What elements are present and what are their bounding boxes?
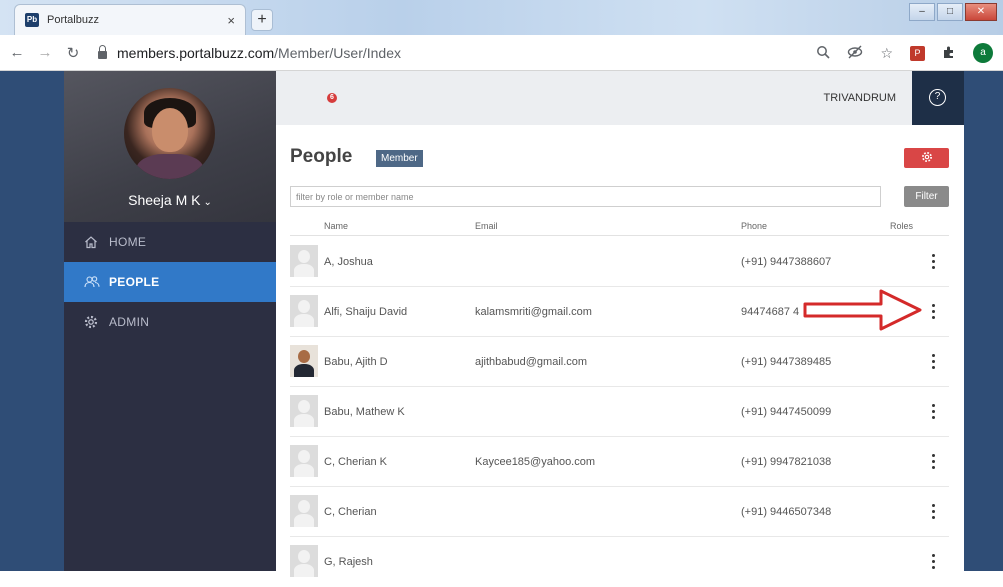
- member-name[interactable]: C, Cherian K: [324, 456, 387, 468]
- sidebar-item-people[interactable]: PEOPLE: [64, 262, 276, 302]
- column-header-name[interactable]: Name: [324, 221, 348, 231]
- filter-button[interactable]: Filter: [904, 186, 949, 207]
- user-menu[interactable]: Sheeja M K ⌄: [64, 192, 276, 208]
- profile-avatar[interactable]: a: [973, 43, 993, 63]
- more-options-icon[interactable]: [927, 552, 939, 572]
- more-options-icon[interactable]: [927, 352, 939, 372]
- user-name: Sheeja M K: [128, 192, 201, 208]
- chevron-down-icon: ⌄: [203, 197, 212, 208]
- portalbuzz-favicon-icon: Pb: [25, 13, 39, 27]
- top-bar: 6 TRIVANDRUM ?: [276, 71, 964, 125]
- member-badge[interactable]: Member: [376, 150, 423, 167]
- more-options-icon[interactable]: [927, 452, 939, 472]
- forward-arrow-icon[interactable]: →: [34, 44, 56, 61]
- minimize-button[interactable]: –: [909, 3, 935, 21]
- avatar: [290, 395, 318, 427]
- member-phone: (+91) 9447389485: [741, 356, 832, 368]
- maximize-button[interactable]: □: [937, 3, 963, 21]
- member-name[interactable]: Alfi, Shaiju David: [324, 306, 407, 318]
- lock-icon: [98, 44, 107, 59]
- member-phone: (+91) 9447388607: [741, 256, 832, 268]
- sidebar: Sheeja M K ⌄ HOME PEOPLE ADMIN: [64, 71, 276, 571]
- avatar: [290, 245, 318, 277]
- more-options-icon[interactable]: [927, 402, 939, 422]
- help-button[interactable]: ?: [912, 71, 964, 125]
- browser-tab[interactable]: Pb Portalbuzz ×: [14, 4, 246, 35]
- member-name[interactable]: C, Cherian: [324, 506, 377, 518]
- member-phone: 94474687 4: [741, 306, 800, 318]
- member-phone: (+91) 9446507348: [741, 506, 832, 518]
- pdf-extension-icon[interactable]: P: [910, 45, 925, 61]
- settings-button[interactable]: [904, 148, 949, 168]
- sidebar-item-label: HOME: [109, 235, 147, 249]
- close-window-button[interactable]: ✕: [965, 3, 997, 21]
- avatar: [290, 445, 318, 477]
- bookmark-star-icon[interactable]: ☆: [880, 45, 893, 62]
- notification-badge[interactable]: 6: [327, 93, 337, 103]
- avatar: [290, 545, 318, 577]
- location-label[interactable]: TRIVANDRUM: [823, 92, 896, 104]
- column-header-email[interactable]: Email: [475, 221, 498, 231]
- table-row[interactable]: A, Joshua (+91) 9447388607: [290, 237, 949, 287]
- people-icon: [84, 275, 100, 289]
- browser-tab-bar: Pb Portalbuzz × + – □ ✕: [0, 0, 1003, 35]
- member-name[interactable]: Babu, Ajith D: [324, 356, 388, 368]
- home-icon: [84, 235, 98, 249]
- new-tab-button[interactable]: +: [251, 9, 273, 31]
- table-row[interactable]: Babu, Mathew K (+91) 9447450099: [290, 387, 949, 437]
- member-email: kalamsmriti@gmail.com: [475, 306, 592, 318]
- sidebar-item-label: PEOPLE: [109, 275, 160, 289]
- more-options-icon[interactable]: [927, 302, 939, 322]
- member-name[interactable]: G, Rajesh: [324, 556, 373, 568]
- close-tab-icon[interactable]: ×: [227, 13, 235, 28]
- avatar: [290, 295, 318, 327]
- more-options-icon[interactable]: [927, 252, 939, 272]
- column-header-phone[interactable]: Phone: [741, 221, 767, 231]
- gear-icon: [921, 151, 933, 165]
- sidebar-item-home[interactable]: HOME: [64, 222, 276, 262]
- member-name[interactable]: Babu, Mathew K: [324, 406, 405, 418]
- table-header: Name Email Phone Roles: [290, 219, 949, 236]
- extensions-puzzle-icon[interactable]: [942, 45, 956, 62]
- tab-title: Portalbuzz: [47, 14, 99, 26]
- gear-icon: [84, 315, 98, 329]
- address-bar: ← → ↻ members.portalbuzz.com/Member/User…: [0, 35, 1003, 71]
- member-name[interactable]: A, Joshua: [324, 256, 373, 268]
- column-header-roles[interactable]: Roles: [890, 221, 913, 231]
- table-row[interactable]: Babu, Ajith D ajithbabud@gmail.com (+91)…: [290, 337, 949, 387]
- url-field[interactable]: members.portalbuzz.com/Member/User/Index: [98, 44, 401, 61]
- window-controls: – □ ✕: [909, 3, 997, 21]
- more-options-icon[interactable]: [927, 502, 939, 522]
- url-host: members.portalbuzz.com: [117, 44, 275, 61]
- table-row[interactable]: G, Rajesh: [290, 537, 949, 587]
- user-avatar[interactable]: [124, 88, 215, 179]
- table-row[interactable]: C, Cherian K Kaycee185@yahoo.com (+91) 9…: [290, 437, 949, 487]
- filter-input[interactable]: [290, 186, 881, 207]
- tracking-blocked-icon[interactable]: [847, 45, 863, 62]
- table-row[interactable]: C, Cherian (+91) 9446507348: [290, 487, 949, 537]
- zoom-icon[interactable]: [816, 45, 831, 62]
- sidebar-item-label: ADMIN: [109, 315, 150, 329]
- back-arrow-icon[interactable]: ←: [6, 44, 28, 61]
- page-title: People: [290, 146, 353, 167]
- reload-icon[interactable]: ↻: [62, 44, 84, 62]
- sidebar-item-admin[interactable]: ADMIN: [64, 302, 276, 342]
- member-phone: (+91) 9947821038: [741, 456, 832, 468]
- help-icon: ?: [929, 89, 946, 106]
- member-email: ajithbabud@gmail.com: [475, 356, 588, 368]
- annotation-arrow-icon: [803, 289, 922, 331]
- avatar: [290, 495, 318, 527]
- profile-box: Sheeja M K ⌄: [64, 71, 276, 222]
- url-path: /Member/User/Index: [274, 44, 401, 61]
- member-email: Kaycee185@yahoo.com: [475, 456, 596, 468]
- avatar: [290, 345, 318, 377]
- omnibox-icons: ☆ P a: [816, 35, 993, 71]
- member-phone: (+91) 9447450099: [741, 406, 832, 418]
- app-area: Sheeja M K ⌄ HOME PEOPLE ADMIN 6 TRIVANDR…: [0, 71, 1003, 577]
